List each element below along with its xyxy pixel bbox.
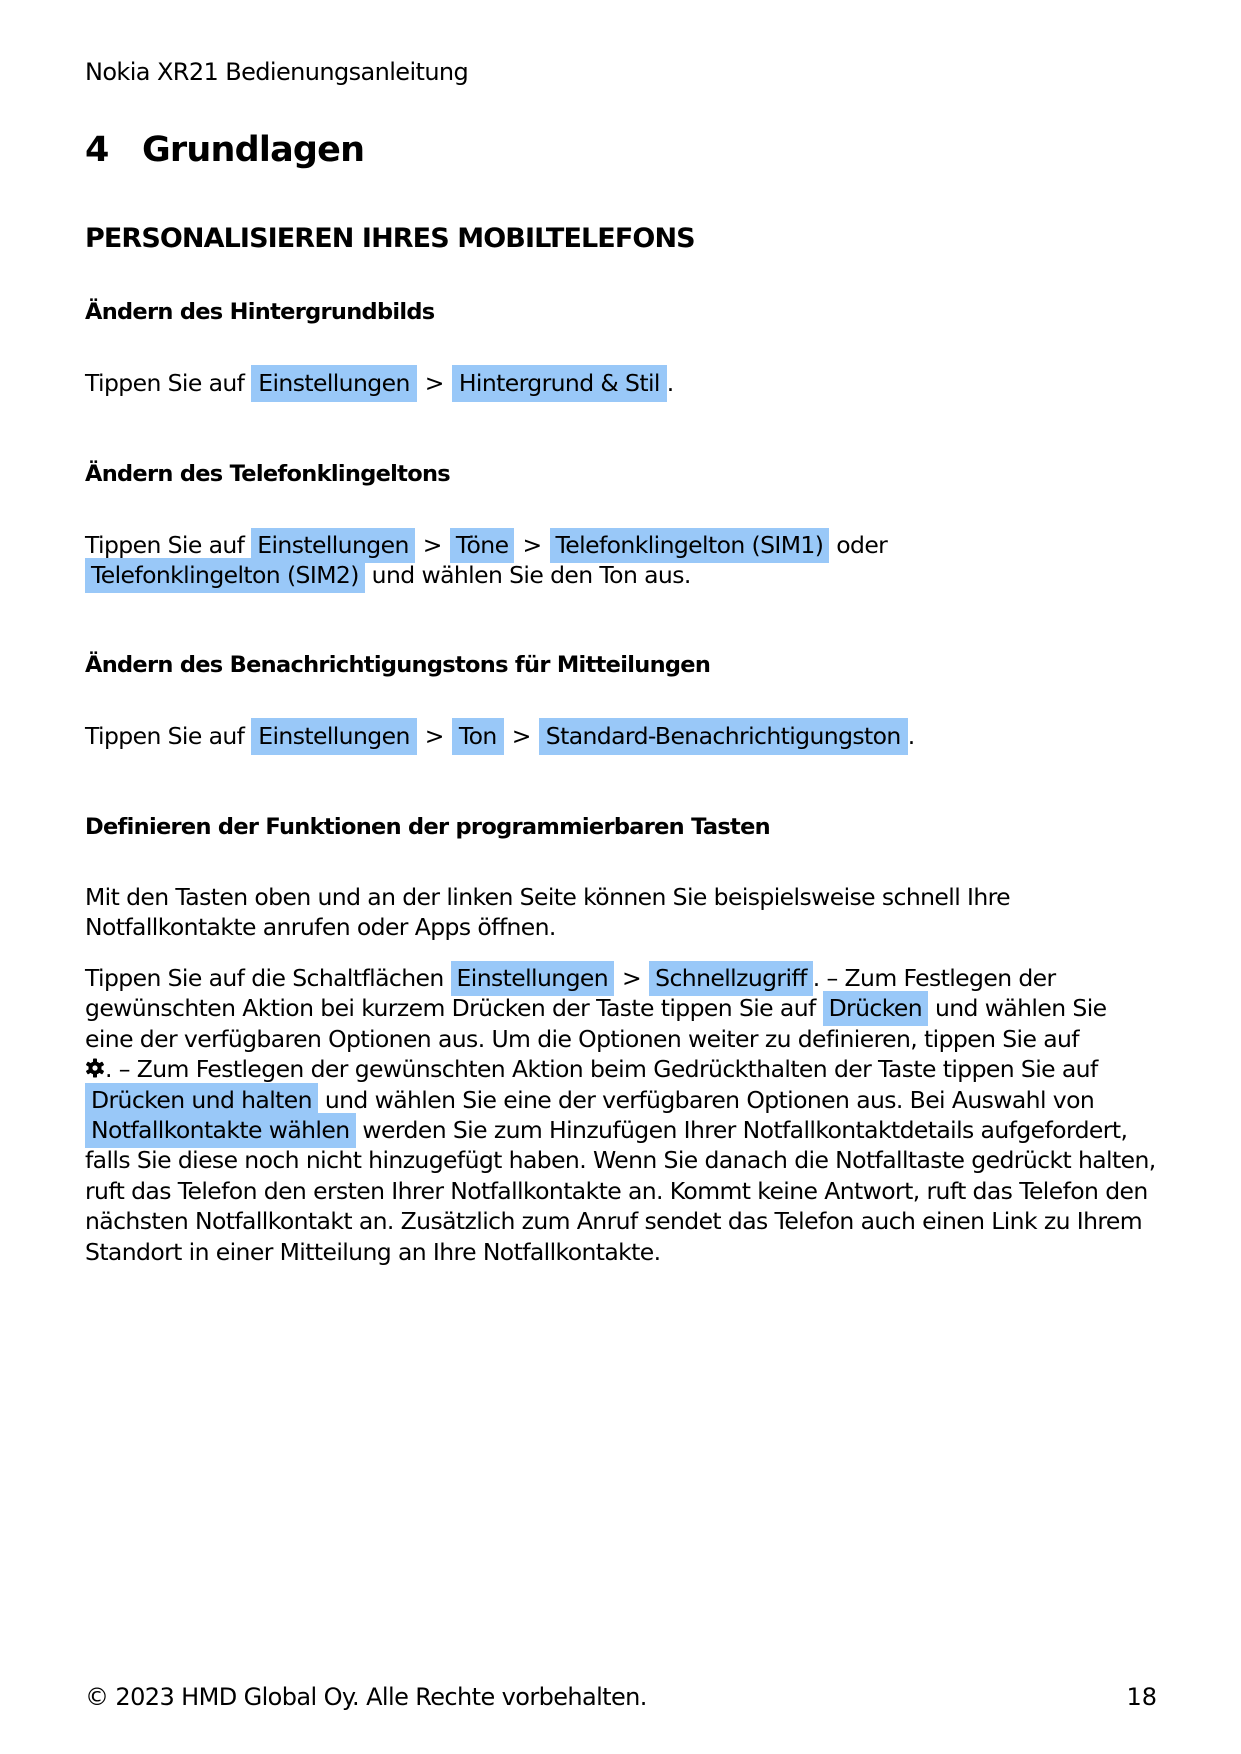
footer-copyright: © 2023 HMD Global Oy. Alle Rechte vorbeh… bbox=[85, 1683, 647, 1711]
period: . bbox=[907, 722, 915, 750]
menu-path-einstellungen: Einstellungen bbox=[251, 365, 417, 402]
menu-path-schnellzugriff: Schnellzugriff bbox=[649, 961, 813, 996]
body-text: und wählen Sie eine der verfügbaren Opti… bbox=[324, 1085, 1095, 1114]
chapter-number: 4 bbox=[85, 130, 109, 170]
programmable-keys-heading: Definieren der Funktionen der programmie… bbox=[85, 814, 771, 840]
page-number: 18 bbox=[1126, 1683, 1157, 1711]
option-druecken: Drücken bbox=[822, 991, 929, 1027]
body-text: . – Zum Festlegen der gewünschten Aktion… bbox=[105, 1055, 1098, 1084]
chapter-title: Grundlagen bbox=[142, 130, 365, 170]
programmable-keys-body: Tippen Sie auf die Schaltflächen Einstel… bbox=[85, 961, 1160, 1267]
body-text: Tippen Sie auf die Schaltflächen bbox=[85, 964, 444, 992]
separator: > bbox=[424, 369, 445, 397]
option-notfallkontakte-waehlen: Notfallkontakte wählen bbox=[85, 1113, 356, 1149]
menu-path-einstellungen: Einstellungen bbox=[450, 961, 615, 996]
programmable-keys-intro: Mit den Tasten oben und an der linken Se… bbox=[85, 883, 1011, 942]
ringtone-heading: Ändern des Telefonklingeltons bbox=[85, 461, 451, 487]
separator: > bbox=[622, 964, 642, 992]
lead-text: Tippen Sie auf bbox=[85, 722, 245, 750]
menu-path-sim1: Telefonklingelton (SIM1) bbox=[549, 528, 830, 563]
menu-path-einstellungen: Einstellungen bbox=[251, 718, 417, 755]
chapter-heading: 4 Grundlagen bbox=[85, 130, 365, 170]
or-text: oder bbox=[836, 531, 888, 559]
notification-heading: Ändern des Benachrichtigungstons für Mit… bbox=[85, 652, 711, 678]
menu-path-sim2: Telefonklingelton (SIM2) bbox=[85, 558, 365, 594]
menu-path-ton: Ton bbox=[451, 718, 504, 755]
running-header: Nokia XR21 Bedienungsanleitung bbox=[85, 58, 469, 86]
separator: > bbox=[511, 722, 532, 750]
wallpaper-instructions: Tippen Sie auf Einstellungen > Hintergrund… bbox=[85, 365, 674, 402]
ringtone-instructions: Tippen Sie auf Einstellungen > Töne > Telefo… bbox=[85, 528, 1165, 594]
notification-instructions: Tippen Sie auf Einstellungen > Ton > Standar… bbox=[85, 718, 915, 755]
menu-path-hintergrund-stil: Hintergrund & Stil bbox=[451, 365, 667, 402]
period: . bbox=[666, 369, 674, 397]
wallpaper-heading: Ändern des Hintergrundbilds bbox=[85, 299, 435, 325]
separator: > bbox=[422, 531, 443, 559]
lead-text: Tippen Sie auf bbox=[85, 531, 245, 559]
lead-text: Tippen Sie auf bbox=[85, 369, 245, 397]
separator: > bbox=[522, 531, 542, 559]
separator: > bbox=[424, 722, 445, 750]
gear-icon bbox=[86, 1058, 104, 1078]
section-title: PERSONALISIEREN IHRES MOBILTELEFONS bbox=[85, 223, 696, 254]
menu-path-standard-benachrichtigungston: Standard-Benachrichtigungston bbox=[538, 718, 908, 755]
tail-text: und wählen Sie den Ton aus. bbox=[371, 561, 692, 590]
menu-path-toene: Töne bbox=[449, 528, 515, 563]
